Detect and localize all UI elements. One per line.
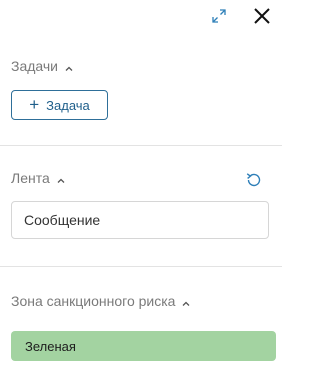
close-icon[interactable]	[251, 5, 273, 27]
chevron-up-icon	[181, 296, 191, 306]
expand-icon[interactable]	[210, 7, 228, 25]
plus-icon: +	[29, 95, 40, 114]
chevron-up-icon	[56, 173, 66, 183]
feed-section-title: Лента	[11, 170, 50, 186]
sanctions-section-header[interactable]: Зона санкционного риска	[11, 293, 191, 309]
add-task-button[interactable]: + Задача	[11, 90, 108, 120]
add-task-label: Задача	[46, 97, 90, 113]
feed-section-header[interactable]: Лента	[11, 170, 66, 186]
message-input[interactable]	[11, 201, 269, 239]
tasks-section-header[interactable]: Задачи	[11, 58, 74, 74]
sanctions-status-label: Зеленая	[25, 338, 76, 354]
section-divider	[0, 145, 282, 146]
chevron-up-icon	[64, 61, 74, 71]
sanctions-section-title: Зона санкционного риска	[11, 293, 176, 309]
refresh-icon[interactable]	[244, 170, 264, 190]
section-divider	[0, 266, 282, 267]
panel-toolbar	[0, 0, 282, 34]
sanctions-status-badge: Зеленая	[11, 331, 276, 361]
tasks-section-title: Задачи	[11, 58, 59, 74]
